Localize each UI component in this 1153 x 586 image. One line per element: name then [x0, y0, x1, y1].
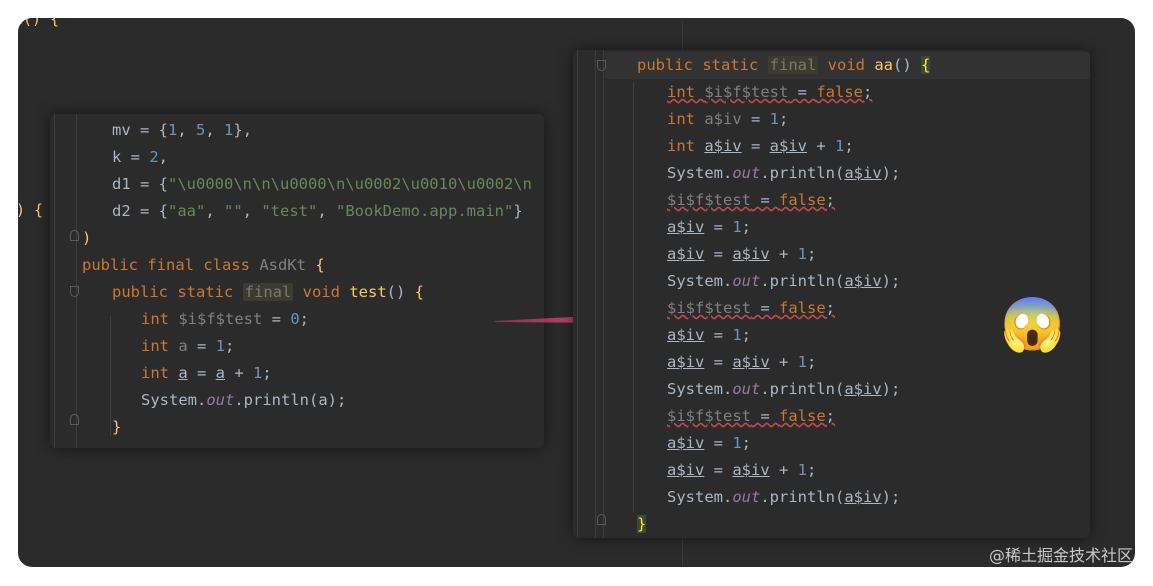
code-line-mv: mv = {1, 5, 1}, [112, 121, 253, 139]
code-line-k: k = 2, [112, 148, 169, 166]
code-line-aiv-assign-2: a$iv = 1; [667, 218, 752, 236]
code-line-aiv-assign-4: a$iv = 1; [667, 434, 752, 452]
code-line-aiv-inc-4: a$iv = a$iv + 1; [667, 461, 817, 479]
code-line-test-assign-2: $i$f$test = false; [667, 191, 836, 209]
code-line-aiv-assign-3: a$iv = 1; [667, 326, 752, 344]
code-line-aiv-decl: int a$iv = 1; [667, 110, 789, 128]
scream-emoji-icon: 😱 [1000, 295, 1065, 355]
right-gutter-line-3 [603, 50, 604, 538]
background-code-mid-text: ) { [18, 201, 44, 219]
code-line-class: public final class AsdKt { [82, 256, 325, 274]
code-line-paren: ) [82, 229, 92, 247]
background-code-mid: ) { [18, 201, 43, 219]
code-line-d2: d2 = {"aa", "", "test", "BookDemo.app.ma… [112, 202, 523, 220]
code-line-a-init: int a = 1; [141, 337, 235, 355]
background-code-top-text: t() { [18, 18, 60, 28]
right-gutter-line-1 [577, 50, 578, 538]
screenshot-frame: t() { ) { mv = {1, 5, 1}, k = 2, d1 = {"… [18, 18, 1135, 567]
code-line-d1: d1 = {"\u0000\n\n\u0000\n\u0002\u0010\u0… [112, 175, 532, 193]
fold-marker-icon[interactable] [597, 514, 606, 525]
background-code-top: t() { [18, 18, 59, 28]
code-line-test-decl: int $i$f$test = false; [667, 83, 873, 101]
code-line-println-2: System.out.println(a$iv); [667, 272, 901, 290]
code-line-println-1: System.out.println(a$iv); [667, 164, 901, 182]
right-gutter-line-2 [595, 50, 596, 538]
left-gutter-line-1 [54, 114, 55, 448]
code-line-println-3: System.out.println(a$iv); [667, 380, 901, 398]
watermark: @稀土掘金技术社区 [988, 546, 1133, 565]
code-line-aa-method: public static final void aa() { [637, 56, 931, 74]
code-line-test-assign-4: $i$f$test = false; [667, 407, 836, 425]
code-line-aiv-inc-decl: int a$iv = a$iv + 1; [667, 137, 854, 155]
code-line-test-method: public static final void test() { [112, 283, 424, 301]
fold-marker-icon[interactable] [597, 60, 606, 71]
code-line-aiv-inc-2: a$iv = a$iv + 1; [667, 245, 817, 263]
code-line-test-assign-3: $i$f$test = false; [667, 299, 836, 317]
fold-marker-icon[interactable] [70, 230, 79, 241]
code-line-println: System.out.println(a); [141, 391, 347, 409]
code-line-test-var: int $i$f$test = 0; [141, 310, 310, 328]
code-line-aa-close: } [637, 515, 647, 533]
code-line-close: } [112, 418, 122, 436]
left-indent-guide [110, 316, 111, 436]
left-gutter-line-2 [76, 114, 77, 448]
left-code-panel: mv = {1, 5, 1}, k = 2, d1 = {"\u0000\n\n… [50, 114, 544, 448]
code-line-aiv-inc-3: a$iv = a$iv + 1; [667, 353, 817, 371]
right-indent-guide [633, 82, 634, 512]
code-line-println-4: System.out.println(a$iv); [667, 488, 901, 506]
fold-marker-icon[interactable] [70, 414, 79, 425]
code-line-a-inc: int a = a + 1; [141, 364, 272, 382]
fold-marker-icon[interactable] [70, 286, 79, 297]
